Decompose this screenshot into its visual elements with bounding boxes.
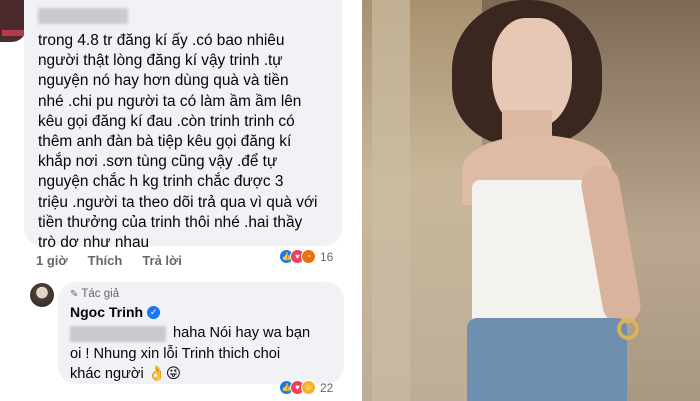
comment-line: thêm anh đàn bà tiệp kêu gọi đăng kí	[38, 133, 292, 151]
background-column	[372, 0, 410, 401]
author-tag-label: Tác giả	[81, 288, 120, 300]
reaction-summary[interactable]: 👍 ♥ ◔ 16	[279, 249, 333, 264]
reply-text: haha Nói hay wa bạn oi ! Nhung xin lỗi T…	[70, 323, 342, 385]
jeans	[467, 318, 627, 401]
comment-line: nguyện chắc h kg trinh chắc được 3	[38, 173, 284, 191]
comments-panel: trong 4.8 tr đăng kí ấy .có bao nhiêu ng…	[0, 0, 352, 401]
reaction-count: 16	[320, 249, 334, 264]
comment-time[interactable]: 1 giờ	[36, 253, 68, 268]
like-button[interactable]: Thích	[88, 253, 123, 268]
reply-line: haha Nói hay wa bạn	[173, 325, 311, 341]
bracelet	[617, 318, 639, 340]
care-icon: ☺	[301, 380, 316, 395]
comment-line: kêu gọi đăng kí đau .còn trinh trinh có	[38, 112, 295, 130]
angry-icon: ◔	[301, 249, 316, 264]
reply-line: oi ! Nhung xin lỗi Trinh thich choi	[70, 345, 281, 362]
comment-line: nhé .chi pu người ta có làm ầm ầm lên	[38, 92, 302, 110]
reaction-count: 22	[320, 380, 334, 395]
comment-line: nguyện nó hay hơn dùng quà và tiền	[38, 72, 289, 90]
reply-button[interactable]: Trả lời	[142, 253, 182, 268]
blurred-commenter-name[interactable]	[38, 8, 128, 24]
comment-text: trong 4.8 tr đăng kí ấy .có bao nhiêu ng…	[38, 31, 338, 253]
verified-badge-icon: ✓	[147, 305, 161, 319]
comment-line: tiền thưởng của trinh thôi nhé .hai thầy	[38, 213, 303, 231]
reply-author[interactable]: Ngoc Trinh ✓	[70, 304, 161, 320]
comment-line: triệu .người ta theo dõi trả qua vì quà …	[38, 193, 318, 211]
comment-actions: 1 giờ Thích Trả lời	[36, 253, 182, 268]
reply-author-name[interactable]: Ngoc Trinh	[70, 304, 143, 320]
author-badge: ✎ Tác giả	[70, 288, 119, 300]
comment-bubble: trong 4.8 tr đăng kí ấy .có bao nhiêu ng…	[24, 0, 342, 251]
author-avatar[interactable]	[30, 283, 54, 307]
pencil-icon: ✎	[70, 288, 79, 300]
commenter-avatar[interactable]	[0, 0, 26, 42]
comment-line: người thật lòng đăng kí vậy trinh .tự	[38, 52, 283, 70]
comment-line: trong 4.8 tr đăng kí ấy .có bao nhiêu	[38, 32, 285, 49]
reply-reaction-summary[interactable]: 👍 ♥ ☺ 22	[279, 380, 333, 395]
reply-bubble: ✎ Tác giả Ngoc Trinh ✓ haha Nói hay wa b…	[58, 282, 344, 384]
comment-line: khắp nơi .sơn tùng cũng vậy .để tự	[38, 153, 278, 171]
photo	[362, 0, 700, 401]
